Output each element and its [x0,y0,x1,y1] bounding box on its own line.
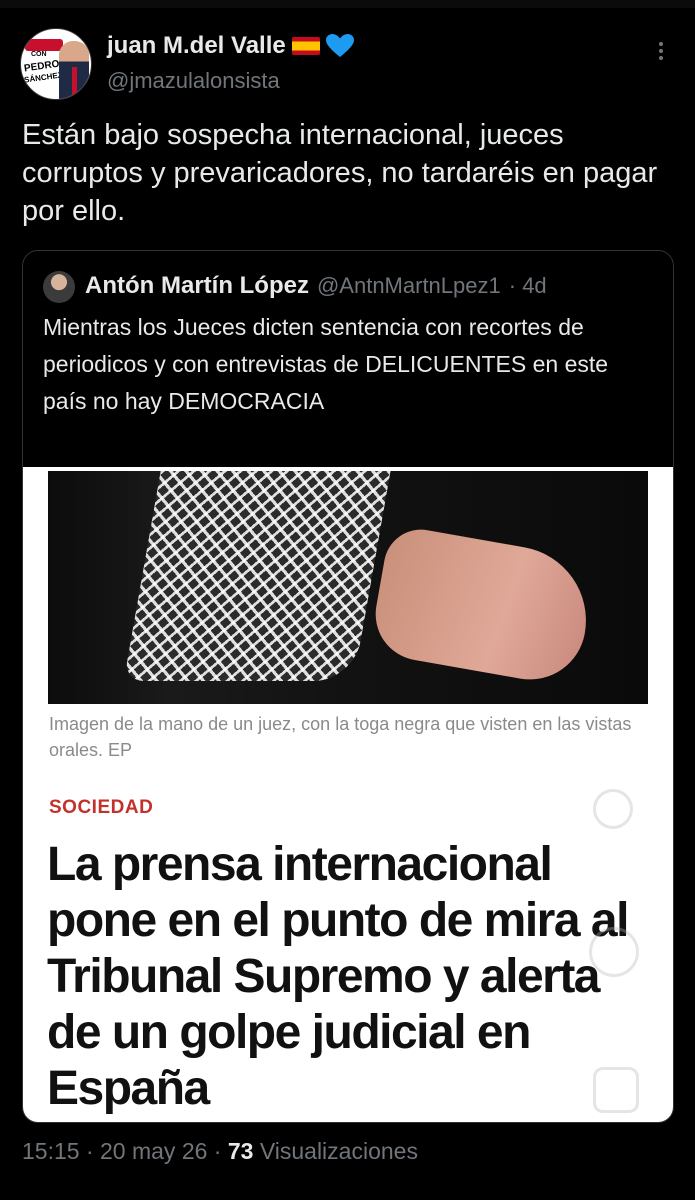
author-handle[interactable]: @jmazulalonsista [107,68,280,94]
author-avatar[interactable]: CON PEDRO SÁNCHEZ [20,28,92,100]
judge-hand-photo [48,471,648,704]
quoted-author-handle: @AntnMartnLpez1 [316,273,501,298]
faded-comment-icon [589,927,639,977]
avatar-text-con: CON [31,51,47,58]
faded-share-icon [593,1067,639,1113]
section-label: SOCIEDAD [49,797,154,818]
faded-bookmark-icon [593,789,633,829]
avatar-red-banner [25,39,63,51]
spain-flag-icon [291,37,320,55]
tweet-footer: 15:15 · 20 may 26 · 73 Visualizaciones [22,1138,418,1165]
post-date: · 20 may 26 · [85,1138,222,1164]
avatar-tie [72,67,77,95]
quoted-time: · 4d [508,273,547,298]
more-options-icon[interactable] [653,40,669,64]
quoted-text: Mientras los Jueces dicten sentencia con… [43,314,609,414]
views-count: 73 [227,1138,254,1164]
blue-heart-icon [325,34,354,58]
article-headline: La prensa internacional pone en el punto… [47,838,629,1115]
quoted-tweet[interactable]: Antón Martín López @AntnMartnLpez1 · 4d … [22,250,674,1123]
article-screenshot[interactable]: Imagen de la mano de un juez, con la tog… [23,467,673,1122]
quoted-author-avatar[interactable] [43,271,75,303]
hand [368,523,598,689]
views-label[interactable]: Visualizaciones [260,1138,418,1164]
author-name[interactable]: juan M.del Valle [107,32,286,60]
quoted-author-name: Antón Martín López [85,272,309,299]
photo-caption: Imagen de la mano de un juez, con la tog… [49,714,632,760]
lace-cuff [123,471,393,681]
top-divider [0,0,695,8]
quoted-header: Antón Martín López @AntnMartnLpez1 · 4d [85,272,547,300]
post-time: 15:15 [22,1138,80,1164]
author-name-row: juan M.del Valle [107,32,354,60]
tweet-text: Están bajo sospecha internacional, juece… [22,119,658,227]
